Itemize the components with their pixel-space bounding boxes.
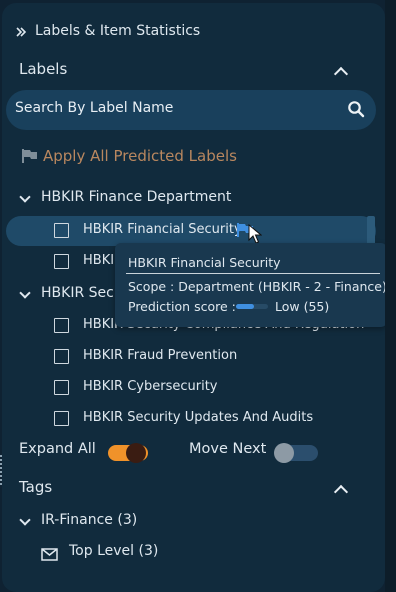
chevron-up-icon[interactable] [333, 66, 349, 82]
prediction-score-fill [236, 304, 254, 309]
label-fraud-prevention[interactable]: HBKIR Fraud Prevention [83, 348, 237, 363]
expand-all-label: Expand All [19, 441, 96, 457]
labels-section-title: Labels [19, 60, 68, 78]
chevron-down-icon[interactable] [19, 191, 31, 203]
outer-scroll-edge [385, 0, 396, 592]
move-next-label: Move Next [189, 441, 267, 457]
checkbox-cybersecurity[interactable] [54, 380, 69, 395]
resize-handle[interactable] [0, 455, 5, 485]
search-placeholder: Search By Label Name [15, 100, 174, 116]
move-next-toggle[interactable] [274, 443, 318, 463]
tooltip-title: HBKIR Financial Security [128, 255, 281, 270]
labels-panel: Labels & Item Statistics Labels Search B… [2, 3, 385, 592]
chevron-down-icon[interactable] [19, 287, 31, 299]
chevron-up-icon[interactable] [333, 484, 349, 500]
tooltip-prediction-label: Prediction score : [128, 299, 236, 314]
checkbox-financial-security[interactable] [54, 223, 69, 238]
panel-title: Labels & Item Statistics [35, 23, 201, 39]
chevron-down-icon[interactable] [19, 514, 31, 526]
tag-item-top-level[interactable]: Top Level (3) [69, 543, 158, 559]
expand-all-knob [126, 443, 146, 463]
double-chevron-right-icon[interactable] [15, 23, 27, 42]
tag-group-ir-finance[interactable]: IR-Finance (3) [41, 512, 137, 528]
apply-all-predicted-labels-button[interactable]: Apply All Predicted Labels [43, 147, 237, 165]
checkbox-security-compliance[interactable] [54, 318, 69, 333]
search-input[interactable]: Search By Label Name [6, 90, 376, 130]
scrollbar-thumb[interactable] [367, 216, 375, 246]
label-security-updates[interactable]: HBKIR Security Updates And Audits [83, 410, 313, 425]
label-financial-security[interactable]: HBKIR Financial Security [83, 222, 242, 237]
group-security[interactable]: HBKIR Secu [41, 285, 123, 301]
checkbox-security-updates[interactable] [54, 411, 69, 426]
expand-all-toggle[interactable] [106, 443, 150, 463]
label-tooltip: HBKIR Financial Security Scope : Departm… [115, 243, 385, 327]
move-next-knob [274, 443, 294, 463]
group-finance-department[interactable]: HBKIR Finance Department [41, 189, 231, 205]
tags-section-title: Tags [19, 478, 53, 496]
checkbox-hbki[interactable] [54, 254, 69, 269]
flag-icon [21, 148, 38, 168]
checkbox-fraud-prevention[interactable] [54, 349, 69, 364]
tooltip-divider [126, 273, 380, 274]
tooltip-scope: Scope : Department (HBKIR - 2 - Finance) [128, 279, 385, 294]
label-hbki[interactable]: HBKI [83, 253, 114, 268]
tooltip-prediction-value: Low (55) [275, 299, 330, 314]
envelope-icon [41, 546, 58, 565]
search-icon[interactable] [347, 100, 365, 122]
prediction-score-bar [236, 304, 268, 309]
label-cybersecurity[interactable]: HBKIR Cybersecurity [83, 379, 218, 394]
